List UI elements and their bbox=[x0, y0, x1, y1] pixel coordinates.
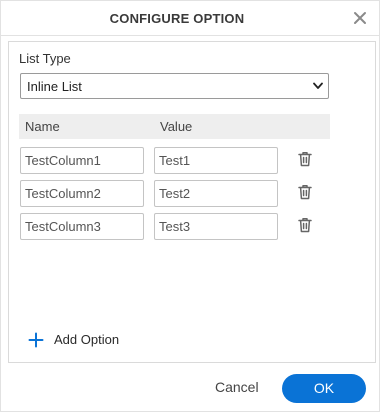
dialog-title: CONFIGURE OPTION bbox=[109, 11, 245, 26]
name-input[interactable] bbox=[20, 147, 144, 174]
options-panel: List Type Inline List Name Value TestCol… bbox=[8, 41, 376, 363]
ok-button[interactable]: OK bbox=[282, 374, 366, 403]
close-icon[interactable] bbox=[351, 9, 369, 27]
value-input[interactable] bbox=[154, 180, 278, 207]
column-header-name: Name bbox=[25, 119, 60, 134]
value-input[interactable] bbox=[154, 213, 278, 240]
trash-icon[interactable] bbox=[296, 150, 314, 168]
add-option-label: Add Option bbox=[54, 332, 120, 347]
trash-icon[interactable] bbox=[296, 183, 314, 201]
column-header-value: Value bbox=[160, 119, 193, 134]
name-input[interactable] bbox=[20, 213, 144, 240]
chevron-down-icon bbox=[313, 82, 323, 89]
table-header: Name Value bbox=[19, 114, 330, 139]
list-type-selected-value: Inline List bbox=[27, 79, 82, 94]
dialog-header: CONFIGURE OPTION bbox=[1, 1, 379, 36]
cancel-button[interactable]: Cancel bbox=[215, 379, 259, 395]
table-row bbox=[20, 180, 320, 207]
table-row bbox=[20, 213, 320, 240]
configure-option-dialog: CONFIGURE OPTION List Type Inline List N… bbox=[0, 0, 380, 412]
value-input[interactable] bbox=[154, 147, 278, 174]
trash-icon[interactable] bbox=[296, 216, 314, 234]
list-type-label: List Type bbox=[19, 51, 71, 66]
table-row bbox=[20, 147, 320, 174]
name-input[interactable] bbox=[20, 180, 144, 207]
plus-icon bbox=[28, 332, 44, 348]
list-type-select[interactable]: Inline List bbox=[20, 73, 329, 99]
